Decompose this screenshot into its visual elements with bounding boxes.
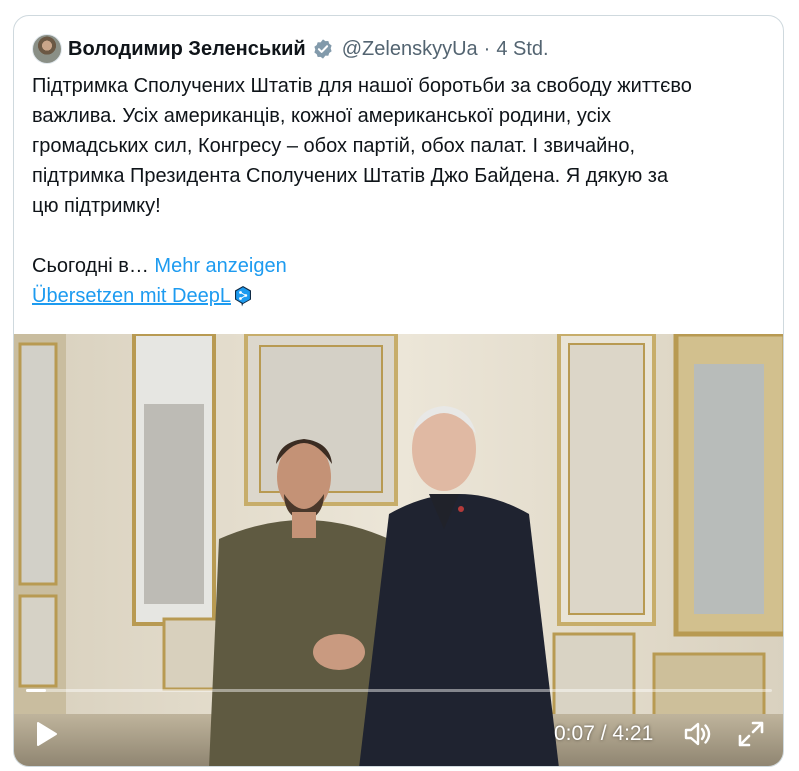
tweet-text: Підтримка Сполучених Штатів для нашої бо… (32, 71, 772, 311)
video-time-readout: 0:07 / 4:21 (554, 722, 653, 746)
tweet-timestamp[interactable]: 4 Std. (496, 38, 548, 61)
meta-separator: · (483, 37, 491, 60)
tweet-text-line: Підтримка Сполучених Штатів для нашої бо… (32, 75, 692, 97)
tweet-header: Володимир Зеленський @ZelenskyyUa · 4 St… (32, 34, 549, 64)
verified-badge-icon (312, 38, 334, 60)
tweet-text-line: підтримка Президента Сполучених Штатів Д… (32, 165, 669, 187)
tweet-text-line: громадських сил, Конгресу – обох партій,… (32, 135, 636, 157)
translate-label: Übersetzen mit DeepL (32, 285, 231, 307)
time-separator: / (594, 722, 613, 745)
video-progress-fill (26, 689, 47, 692)
video-controls: 0:07 / 4:21 (14, 714, 783, 754)
truncated-text: Сьогодні в… (32, 255, 155, 277)
current-time: 0:07 (554, 722, 595, 745)
tweet-card[interactable]: Володимир Зеленський @ZelenskyyUa · 4 St… (13, 15, 784, 767)
author-handle[interactable]: @ZelenskyyUa (342, 38, 478, 61)
deepl-icon (233, 285, 253, 307)
video-frame (14, 334, 783, 766)
volume-icon[interactable] (682, 719, 712, 749)
author-name[interactable]: Володимир Зеленський (68, 38, 306, 61)
tweet-text-line: важлива. Усіх американців, кожної америк… (32, 105, 612, 127)
play-icon[interactable] (32, 720, 60, 748)
truncated-paragraph: Сьогодні в… Mehr anzeigen (32, 251, 772, 281)
duration: 4:21 (612, 722, 654, 745)
video-player[interactable]: 0:07 / 4:21 (14, 334, 783, 766)
fullscreen-icon[interactable] (736, 719, 766, 749)
translate-row: Übersetzen mit DeepL (32, 281, 772, 311)
show-more-link[interactable]: Mehr anzeigen (154, 255, 286, 277)
video-progress-bar[interactable] (26, 689, 772, 692)
avatar[interactable] (32, 34, 62, 64)
translate-link[interactable]: Übersetzen mit DeepL (32, 281, 253, 311)
tweet-text-line: цю підтримку! (32, 195, 161, 217)
